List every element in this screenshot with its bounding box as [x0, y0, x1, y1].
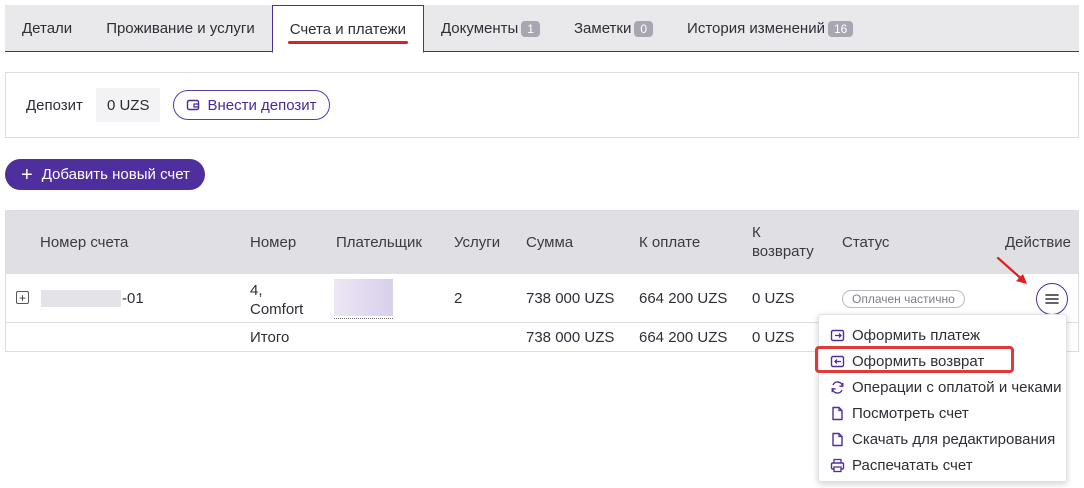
room-line2: Comfort: [250, 301, 304, 318]
total-amount: 738 000 UZS: [526, 329, 615, 346]
tab-label: Заметки: [573, 20, 632, 37]
menu-item-label: Оформить возврат: [852, 352, 985, 370]
add-invoice-label: Добавить новый счет: [41, 166, 190, 183]
to-pay-value: 664 200 UZS: [639, 290, 728, 307]
refund-value: 0 UZS: [752, 290, 795, 307]
tab-label: Документы: [440, 20, 519, 37]
header-refund-line2: возврату: [752, 243, 814, 260]
table-header: Номер счета Номер Плательщик Услуги Сумм…: [6, 211, 1078, 274]
deposit-value: 0 UZS: [95, 88, 161, 122]
add-invoice-button[interactable]: + Добавить новый счет: [5, 159, 205, 190]
row-actions-menu: Оформить платеж Оформить возврат Операци…: [818, 314, 1067, 482]
tab-label: Детали: [22, 20, 73, 37]
plus-icon: +: [21, 163, 33, 186]
menu-item-label: Посмотреть счет: [852, 404, 969, 422]
menu-item-payment-operations[interactable]: Операции с оплатой и чеками: [819, 374, 1066, 400]
count-badge: 16: [827, 20, 854, 37]
menu-item-download-editable[interactable]: Скачать для редактирования: [819, 426, 1066, 452]
header-to-pay: К оплате: [639, 234, 701, 251]
total-refund: 0 UZS: [752, 329, 795, 346]
redacted-payer[interactable]: [334, 279, 393, 319]
menu-item-label: Распечатать счет: [852, 456, 973, 474]
deposit-panel: Депозит 0 UZS Внести депозит: [5, 72, 1079, 138]
header-number: Номер счета: [40, 234, 129, 251]
expand-row-icon[interactable]: +: [16, 291, 29, 304]
wallet-icon: [187, 99, 200, 111]
active-tab-underline: [287, 41, 408, 44]
tab-label: Счета и платежи: [289, 20, 406, 38]
tab-history[interactable]: История изменений 16: [670, 5, 870, 52]
room-line1: 4,: [250, 282, 263, 299]
tab-documents[interactable]: Документы 1: [424, 5, 557, 52]
count-badge: 0: [634, 20, 654, 37]
header-amount: Сумма: [526, 234, 574, 251]
menu-item-label: Скачать для редактирования: [852, 430, 1056, 448]
header-room: Номер: [250, 234, 297, 251]
payment-icon: [830, 329, 845, 341]
tab-details[interactable]: Детали: [5, 5, 89, 52]
redacted-invoice-number: [41, 290, 121, 307]
header-status: Статус: [842, 234, 890, 251]
menu-item-make-payment[interactable]: Оформить платеж: [819, 322, 1066, 348]
invoice-number-suffix: -01: [122, 290, 144, 307]
document-icon: [832, 406, 843, 420]
tab-invoices[interactable]: Счета и платежи: [271, 5, 424, 53]
tab-bar: Детали Проживание и услуги Счета и плате…: [5, 5, 1079, 53]
total-label: Итого: [250, 329, 290, 346]
annotation-arrow-icon: [996, 256, 1027, 284]
header-action: Действие: [1005, 234, 1071, 251]
menu-item-label: Операции с оплатой и чеками: [852, 378, 1062, 396]
amount-value: 738 000 UZS: [526, 290, 615, 307]
tab-notes[interactable]: Заметки 0: [557, 5, 670, 52]
printer-icon: [830, 458, 845, 472]
header-refund-line1: К: [752, 224, 761, 241]
menu-item-view-invoice[interactable]: Посмотреть счет: [819, 400, 1066, 426]
add-deposit-button[interactable]: Внести депозит: [173, 90, 330, 120]
tab-label: Проживание и услуги: [106, 20, 255, 37]
header-services: Услуги: [454, 234, 501, 251]
count-badge: 1: [521, 20, 540, 37]
services-count: 2: [454, 290, 463, 307]
header-payer: Плательщик: [336, 234, 422, 251]
add-deposit-label: Внести депозит: [207, 96, 317, 114]
deposit-label: Депозит: [26, 96, 83, 114]
refund-icon: [830, 355, 845, 367]
menu-item-print-invoice[interactable]: Распечатать счет: [819, 452, 1066, 478]
document-icon: [832, 432, 843, 446]
menu-item-make-refund[interactable]: Оформить возврат: [819, 348, 1066, 374]
menu-item-label: Оформить платеж: [852, 326, 981, 344]
hamburger-icon: [1045, 294, 1059, 304]
total-to-pay: 664 200 UZS: [639, 329, 728, 346]
sync-icon: [831, 380, 844, 394]
tab-accommodation[interactable]: Проживание и услуги: [89, 5, 272, 52]
status-badge: Оплачен частично: [842, 290, 965, 308]
row-actions-button[interactable]: [1036, 283, 1068, 315]
tab-label: История изменений: [687, 20, 825, 37]
